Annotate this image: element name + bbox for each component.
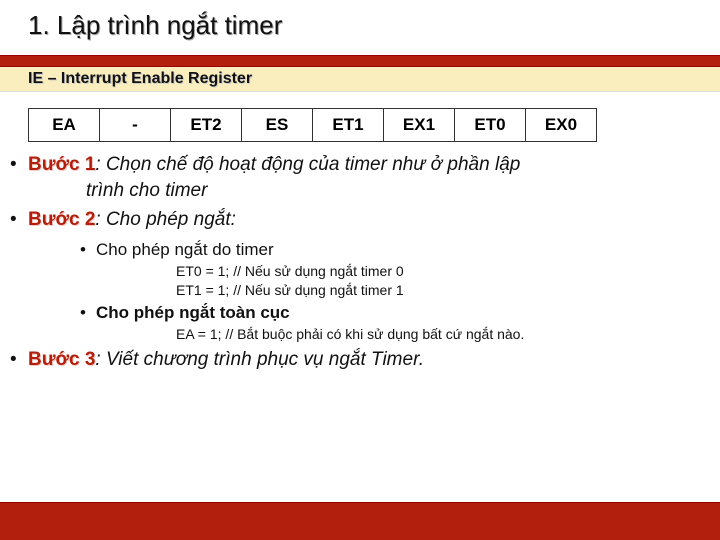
reg-cell: ET1 xyxy=(312,108,384,142)
slide: 1. Lập trình ngắt timer IE – Interrupt E… xyxy=(0,0,720,540)
sub-title: Cho phép ngắt do timer xyxy=(96,240,274,259)
step-text-cont: trình cho timer xyxy=(28,178,700,204)
reg-cell: - xyxy=(99,108,171,142)
subtitle: IE – Interrupt Enable Register xyxy=(28,70,720,88)
slide-title: 1. Lập trình ngắt timer xyxy=(28,10,720,41)
step-1: Bước 1: Chọn chế độ hoạt động của timer … xyxy=(6,152,700,203)
reg-cell: ET2 xyxy=(170,108,242,142)
reg-cell: EA xyxy=(28,108,100,142)
reg-cell: ES xyxy=(241,108,313,142)
subtitle-band: IE – Interrupt Enable Register xyxy=(0,67,720,92)
register-row: EA - ET2 ES ET1 EX1 ET0 EX0 xyxy=(28,108,720,142)
step-2: Bước 2: Cho phép ngắt: Cho phép ngắt do … xyxy=(6,207,700,343)
step-3: Bước 3: Viết chương trình phục vụ ngắt T… xyxy=(6,347,700,373)
sub-item: Cho phép ngắt do timer ET0 = 1; // Nếu s… xyxy=(80,239,700,300)
step-label: Bước 3 xyxy=(28,349,95,370)
sub-title: Cho phép ngắt toàn cục xyxy=(96,303,290,322)
content: Bước 1: Chọn chế độ hoạt động của timer … xyxy=(0,152,720,373)
step-label: Bước 1 xyxy=(28,154,95,175)
reg-cell: EX0 xyxy=(525,108,597,142)
footer-bar xyxy=(0,502,720,540)
sub-item: Cho phép ngắt toàn cục EA = 1; // Bắt bu… xyxy=(80,302,700,344)
step-label: Bước 2 xyxy=(28,209,95,230)
code-line: ET1 = 1; // Nếu sử dụng ngắt timer 1 xyxy=(176,281,700,300)
reg-cell: ET0 xyxy=(454,108,526,142)
step-text: : Viết chương trình phục vụ ngắt Timer. xyxy=(95,349,424,370)
step-list: Bước 1: Chọn chế độ hoạt động của timer … xyxy=(6,152,700,373)
step-text: : Chọn chế độ hoạt động của timer như ở … xyxy=(95,154,520,175)
title-accent-bar xyxy=(0,55,720,67)
code-line: ET0 = 1; // Nếu sử dụng ngắt timer 0 xyxy=(176,262,700,281)
sub-list: Cho phép ngắt do timer ET0 = 1; // Nếu s… xyxy=(80,239,700,344)
code-line: EA = 1; // Bắt buộc phải có khi sử dụng … xyxy=(176,325,700,344)
step-text: : Cho phép ngắt: xyxy=(95,209,236,230)
title-area: 1. Lập trình ngắt timer xyxy=(0,0,720,41)
reg-cell: EX1 xyxy=(383,108,455,142)
